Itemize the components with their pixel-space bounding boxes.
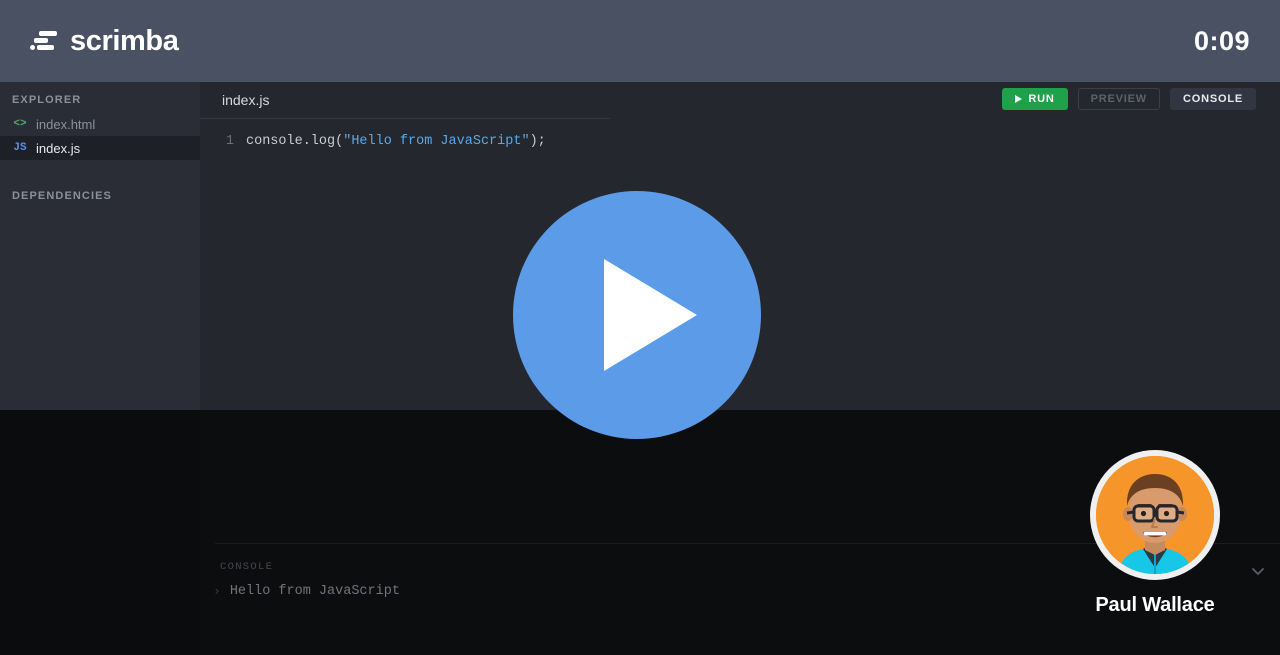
run-button[interactable]: RUN	[1002, 88, 1068, 110]
tab-index-js[interactable]: index.js	[200, 92, 269, 108]
console-caret-icon: ›	[213, 584, 221, 599]
presenter-name: Paul Wallace	[1095, 594, 1215, 616]
code-area[interactable]: 1 console.log("Hello from JavaScript");	[200, 118, 1280, 152]
scrimba-player-app: scrimba 0:09 EXPLORER <> index.html JS i…	[0, 0, 1280, 655]
sidebar-item-index-js[interactable]: JS index.js	[0, 136, 200, 160]
console-output-line: › Hello from JavaScript	[213, 584, 400, 599]
playback-timer: 0:09	[1193, 25, 1250, 56]
avatar	[1090, 450, 1220, 580]
file-list: <> index.html JS index.js	[0, 112, 200, 160]
editor-toolbar: RUN PREVIEW CONSOLE	[1002, 88, 1256, 110]
app-header: scrimba 0:09	[0, 0, 1280, 82]
brand-name: scrimba	[70, 24, 179, 57]
console-panel-label: CONSOLE	[220, 561, 274, 573]
html-code-icon: <>	[13, 118, 27, 130]
play-icon	[603, 259, 697, 371]
console-output-text: Hello from JavaScript	[229, 584, 400, 599]
run-button-label: RUN	[1028, 93, 1055, 105]
preview-button[interactable]: PREVIEW	[1077, 88, 1160, 110]
file-label: index.html	[36, 116, 96, 132]
file-label: index.js	[36, 140, 81, 156]
editor-topbar: index.js RUN PREVIEW CONSOLE	[200, 82, 1280, 119]
play-icon	[1015, 95, 1023, 103]
play-button-overlay[interactable]	[513, 191, 761, 439]
code-line: 1 console.log("Hello from JavaScript");	[200, 132, 1280, 152]
code-token-string: "Hello from JavaScript"	[343, 134, 530, 149]
js-file-icon: JS	[13, 142, 27, 154]
tab-underline	[200, 118, 610, 119]
sidebar-item-index-html[interactable]: <> index.html	[0, 112, 200, 136]
file-explorer-sidebar: EXPLORER <> index.html JS index.js DEPEN…	[0, 82, 200, 410]
scrimba-speedlines-icon	[30, 29, 58, 53]
dependencies-section-title: DEPENDENCIES	[12, 190, 112, 202]
code-token-call: console.log(	[246, 134, 344, 149]
brand-logo[interactable]: scrimba	[30, 24, 179, 58]
code-token-tail: );	[529, 134, 546, 149]
presenter-card: Paul Wallace	[1058, 450, 1252, 617]
console-tab-button[interactable]: CONSOLE	[1170, 88, 1256, 110]
presenter-avatar	[1096, 456, 1214, 574]
line-number: 1	[225, 134, 234, 149]
explorer-section-title: EXPLORER	[12, 94, 82, 106]
